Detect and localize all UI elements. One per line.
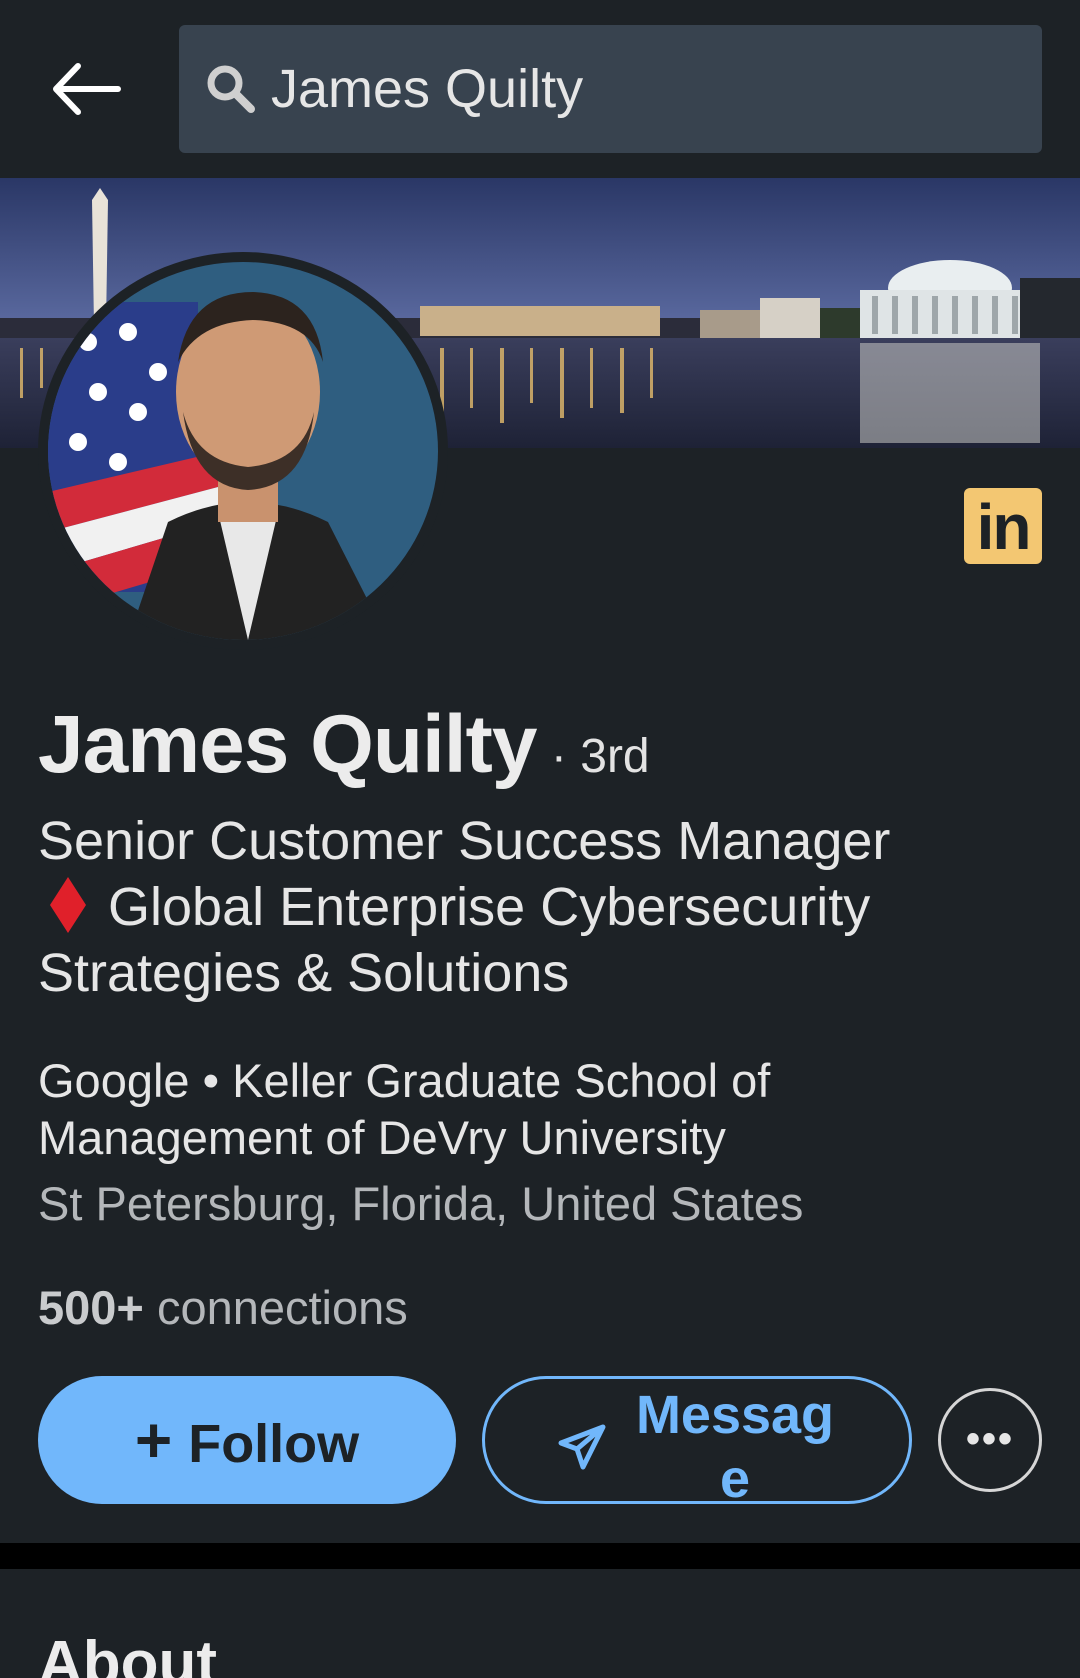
connections-count[interactable]: 500+ connections	[38, 1280, 408, 1335]
headline-text-1: Senior Customer Success Manager	[38, 811, 891, 871]
top-bar	[0, 0, 1080, 178]
profile-headline: Senior Customer Success Manager Global E…	[38, 808, 1038, 1006]
more-actions-button[interactable]: •••	[938, 1388, 1042, 1492]
message-label: Message	[635, 1385, 835, 1509]
follow-button[interactable]: + Follow	[38, 1376, 456, 1504]
connection-degree: · 3rd	[550, 730, 650, 783]
send-icon	[558, 1424, 606, 1470]
connections-number: 500+	[38, 1281, 144, 1334]
about-section-title: About	[38, 1629, 218, 1678]
plus-icon: +	[134, 1404, 173, 1476]
search-icon	[207, 65, 255, 113]
search-bar[interactable]	[179, 25, 1042, 153]
connections-label: connections	[156, 1281, 408, 1334]
arrow-left-icon	[53, 63, 121, 115]
headline-text-2: Global Enterprise Cybersecurity Strategi…	[38, 877, 871, 1003]
profile-location: St Petersburg, Florida, United States	[38, 1177, 804, 1230]
section-divider	[0, 1543, 1080, 1569]
red-diamond-icon	[50, 877, 86, 933]
profile-name: James Quilty	[38, 699, 537, 790]
more-dots-icon: •••	[965, 1417, 1014, 1461]
profile-avatar[interactable]	[38, 252, 448, 650]
follow-label: Follow	[188, 1414, 360, 1474]
search-input[interactable]	[271, 45, 1011, 133]
linkedin-badge-icon: in	[964, 488, 1042, 564]
back-button[interactable]	[48, 50, 128, 130]
profile-name-line: James Quilty · 3rd	[38, 698, 650, 792]
profile-education[interactable]: Google • Keller Graduate School of Manag…	[38, 1052, 1038, 1166]
message-button[interactable]: Message	[482, 1376, 912, 1509]
